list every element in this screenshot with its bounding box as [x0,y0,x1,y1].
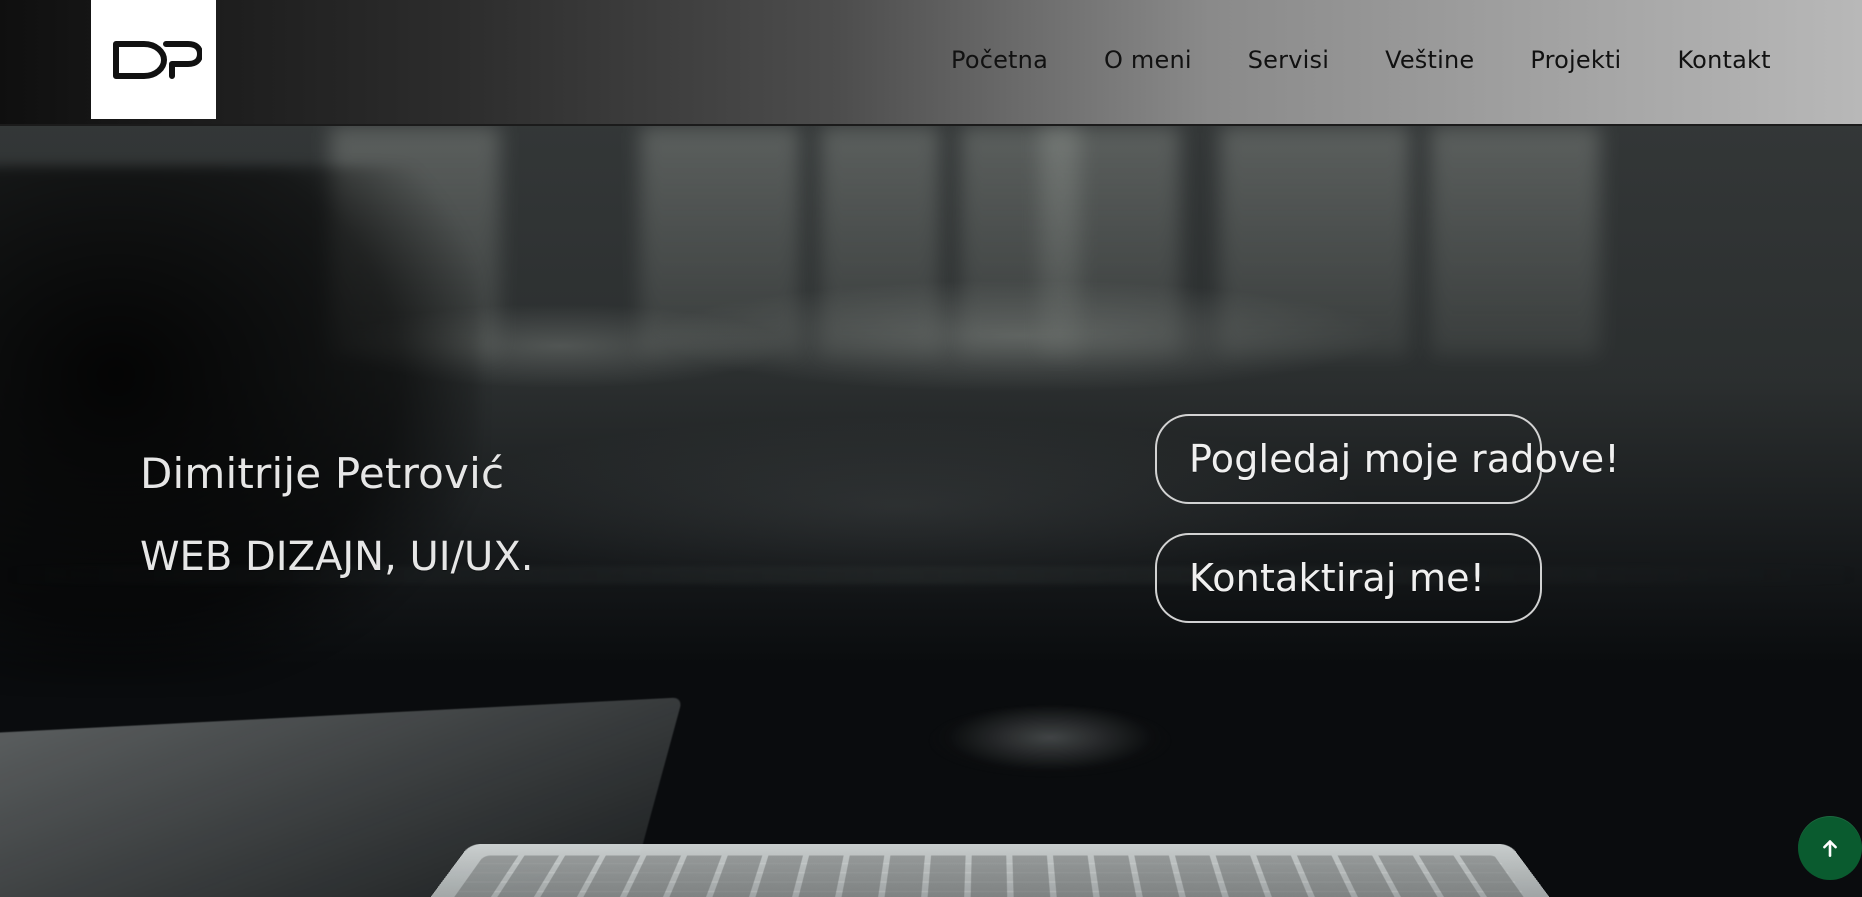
hero-role: WEB DIZAJN, UI/UX. [140,533,533,581]
arrow-up-icon [1817,835,1843,861]
background-window-blur [1040,126,1180,356]
nav-item-pocetna[interactable]: Početna [951,46,1048,74]
background-window-blur [1430,126,1600,356]
nav-item-servisi[interactable]: Servisi [1248,46,1329,74]
hero-name: Dimitrije Petrović [140,449,533,499]
background-keyboard [405,844,1575,897]
nav-item-o-meni[interactable]: O meni [1104,46,1192,74]
background-window-blur [1220,126,1410,356]
top-navigation-bar: Početna O meni Servisi Veštine Projekti … [0,0,1862,126]
hero-text: Dimitrije Petrović WEB DIZAJN, UI/UX. [140,449,533,581]
nav-item-vestine[interactable]: Veštine [1385,46,1474,74]
background-shadow [0,166,480,686]
main-nav: Početna O meni Servisi Veštine Projekti … [951,46,1771,74]
nav-item-kontakt[interactable]: Kontakt [1677,46,1770,74]
hero-section: Dimitrije Petrović WEB DIZAJN, UI/UX. Po… [0,126,1862,897]
logo[interactable] [91,0,216,119]
background-window-blur [820,126,940,356]
view-work-button[interactable]: Pogledaj moje radove! [1155,414,1542,504]
background-cup [930,706,1170,776]
nav-item-projekti[interactable]: Projekti [1530,46,1621,74]
scroll-to-top-button[interactable] [1798,816,1862,880]
dp-logo-mark [106,38,202,82]
page: Početna O meni Servisi Veštine Projekti … [0,0,1862,897]
contact-me-button[interactable]: Kontaktiraj me! [1155,533,1542,623]
background-window-blur [640,126,800,356]
